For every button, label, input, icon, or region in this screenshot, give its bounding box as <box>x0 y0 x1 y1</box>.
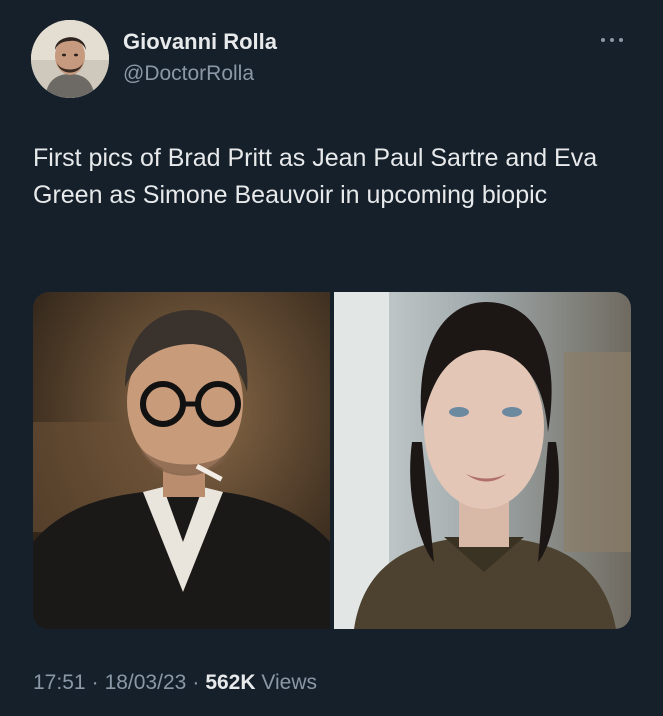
avatar[interactable] <box>31 20 109 98</box>
tweet-meta: 17:51 · 18/03/23 · 562K Views <box>33 669 317 697</box>
views-count[interactable]: 562K <box>205 671 255 694</box>
views-label: Views <box>261 671 317 694</box>
media-grid <box>33 292 631 629</box>
tweet-card: Giovanni Rolla @DoctorRolla First pics o… <box>0 0 663 716</box>
meta-separator: · <box>91 671 99 694</box>
tweet-date[interactable]: 18/03/23 <box>105 671 187 694</box>
author-display-name[interactable]: Giovanni Rolla <box>123 29 277 55</box>
photo-left[interactable] <box>33 292 330 629</box>
photo-right[interactable] <box>334 292 631 629</box>
more-options-button[interactable] <box>597 30 627 50</box>
more-horizontal-icon <box>597 30 627 50</box>
meta-separator: · <box>192 671 200 694</box>
author-handle[interactable]: @DoctorRolla <box>123 61 254 87</box>
tweet-text: First pics of Brad Pritt as Jean Paul Sa… <box>33 144 598 209</box>
tweet-time[interactable]: 17:51 <box>33 671 86 694</box>
